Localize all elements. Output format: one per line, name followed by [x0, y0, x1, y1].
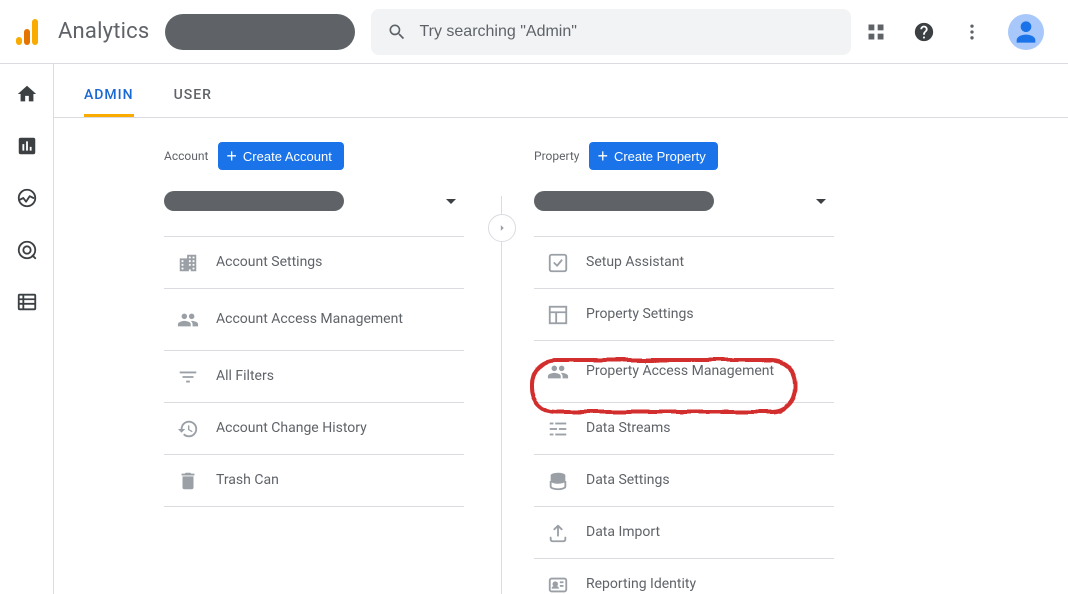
account-settings-item[interactable]: Account Settings	[164, 237, 464, 289]
account-name-redacted	[164, 191, 344, 211]
tab-user[interactable]: USER	[174, 87, 212, 117]
nav-advertising-icon[interactable]	[15, 238, 39, 262]
nav-configure-icon[interactable]	[15, 290, 39, 314]
filter-icon	[176, 365, 200, 389]
upload-icon	[546, 521, 570, 545]
data-settings-item[interactable]: Data Settings	[534, 455, 834, 507]
account-change-history-item[interactable]: Account Change History	[164, 403, 464, 455]
column-divider	[501, 196, 502, 594]
logo[interactable]	[16, 19, 38, 45]
property-access-management-item[interactable]: Property Access Management	[534, 341, 834, 403]
account-label: Account	[164, 149, 208, 163]
data-streams-item[interactable]: Data Streams	[534, 403, 834, 455]
history-icon	[176, 417, 200, 441]
nav-home-icon[interactable]	[15, 82, 39, 106]
account-column: Account + Create Account Account	[164, 142, 464, 594]
trash-can-item[interactable]: Trash Can	[164, 455, 464, 507]
property-label: Property	[534, 149, 579, 163]
app-name: Analytics	[58, 19, 149, 44]
trash-icon	[176, 469, 200, 493]
people-icon	[176, 308, 200, 332]
chevron-down-icon	[446, 199, 456, 204]
left-nav	[0, 64, 54, 594]
property-settings-item[interactable]: Property Settings	[534, 289, 834, 341]
create-account-button[interactable]: + Create Account	[218, 142, 343, 170]
setup-assistant-item[interactable]: Setup Assistant	[534, 237, 834, 289]
create-property-button[interactable]: + Create Property	[589, 142, 717, 170]
more-icon[interactable]	[960, 20, 984, 44]
header: Analytics	[0, 0, 1068, 64]
analytics-logo-icon	[16, 19, 38, 45]
chevron-down-icon	[816, 199, 826, 204]
identity-icon	[546, 573, 570, 594]
tabs: ADMIN USER	[54, 64, 1068, 118]
people-icon	[546, 360, 570, 384]
database-icon	[546, 469, 570, 493]
nav-reports-icon[interactable]	[15, 134, 39, 158]
building-icon	[176, 251, 200, 275]
property-column: Property + Create Property Setup	[534, 142, 834, 594]
reporting-identity-item[interactable]: Reporting Identity	[534, 559, 834, 594]
account-access-management-item[interactable]: Account Access Management	[164, 289, 464, 351]
nav-explore-icon[interactable]	[15, 186, 39, 210]
help-icon[interactable]	[912, 20, 936, 44]
all-filters-item[interactable]: All Filters	[164, 351, 464, 403]
tab-admin[interactable]: ADMIN	[84, 87, 134, 117]
plus-icon: +	[597, 147, 608, 165]
search-input[interactable]	[419, 23, 835, 41]
account-selector[interactable]	[164, 186, 464, 216]
account-breadcrumb-redacted[interactable]	[165, 14, 355, 50]
avatar[interactable]	[1008, 14, 1044, 50]
property-selector[interactable]	[534, 186, 834, 216]
plus-icon: +	[226, 147, 237, 165]
search-icon	[387, 22, 407, 42]
check-square-icon	[546, 251, 570, 275]
streams-icon	[546, 417, 570, 441]
apps-icon[interactable]	[864, 20, 888, 44]
property-name-redacted	[534, 191, 714, 211]
expand-arrow-icon[interactable]	[488, 214, 516, 242]
search-box[interactable]	[371, 9, 851, 55]
settings-panel-icon	[546, 303, 570, 327]
data-import-item[interactable]: Data Import	[534, 507, 834, 559]
